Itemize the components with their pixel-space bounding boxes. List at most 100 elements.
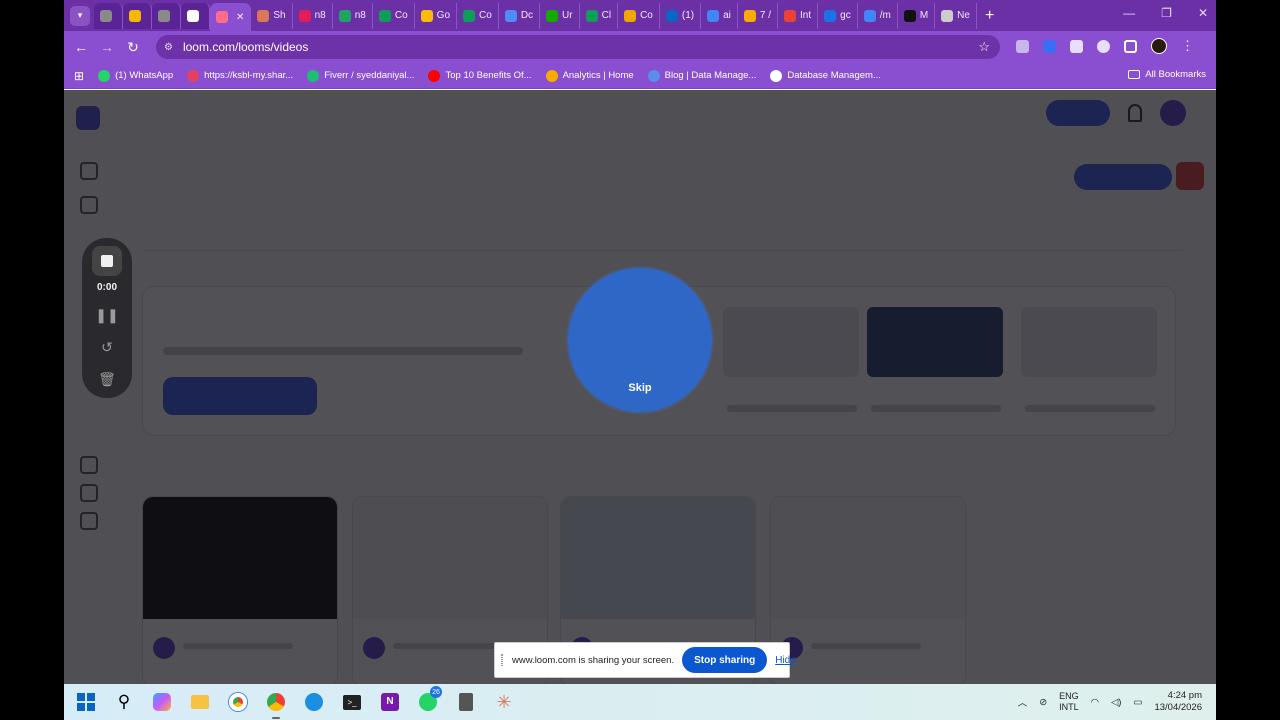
bookmark-item[interactable]: Database Managem... [770,69,881,82]
claude-taskbar-icon[interactable]: ✳ [492,690,516,714]
reload-icon[interactable]: ↻ [120,34,146,60]
tab-label: 7 / [759,10,772,21]
edge-icon[interactable] [302,690,326,714]
network-off-icon[interactable]: ⊘ [1039,697,1047,708]
profile-avatar[interactable] [1151,38,1167,54]
address-bar[interactable]: ⚙ loom.com/looms/videos ☆ [156,35,1000,59]
stop-sharing-button[interactable]: Stop sharing [682,647,768,673]
bookmark-item[interactable]: https://ksbl-my.shar... [187,69,293,82]
clock[interactable]: 4:24 pm 13/04/2026 [1154,690,1202,714]
browser-tab[interactable]: n8 [293,2,333,29]
bookmark-star-icon[interactable]: ☆ [978,39,990,55]
tab-label: Go [436,10,451,21]
menu-kebab-icon[interactable]: ⋮ [1181,38,1194,54]
battery-icon[interactable]: ▭ [1133,697,1142,708]
extension-icon[interactable] [1070,39,1083,53]
back-icon[interactable]: ← [68,34,94,60]
new-tab-icon[interactable]: + [985,7,994,25]
tab-label: Ne [957,10,970,21]
bookmark-item[interactable]: Top 10 Benefits Of... [428,69,532,82]
browser-tab[interactable]: (1) [660,2,702,29]
slack-icon [298,9,311,22]
tab-label: Cl [601,10,612,21]
puzzle-extensions-icon[interactable] [1124,39,1137,53]
file-explorer-icon[interactable] [188,690,212,714]
tab-label: (1) [681,10,695,21]
chrome-active-icon[interactable] [264,690,288,719]
browser-tab[interactable]: 7 / [738,2,779,29]
restart-icon[interactable]: ↺ [101,339,113,357]
tab-label: /m [879,10,891,21]
browser-tab[interactable] [181,2,210,29]
whatsapp-taskbar-icon[interactable]: 26 [416,686,442,714]
browser-tab[interactable]: Sh [251,2,293,29]
browser-tab[interactable]: Ur [540,2,580,29]
globe-icon [158,9,170,22]
close-window-icon[interactable]: ✕ [1198,6,1208,20]
browser-tab[interactable]: n8 [333,2,373,29]
tab-label: Ur [562,10,573,21]
browser-tab[interactable]: M [898,2,936,29]
site-settings-icon[interactable]: ⚙ [164,42,173,53]
linkedin-icon [665,9,678,22]
bookmark-item[interactable]: Fiverr / syeddaniyal... [307,69,415,82]
minimize-icon[interactable]: — [1123,6,1135,20]
sheets-icon [378,9,391,22]
browser-tab[interactable]: Go [415,2,458,29]
hide-sharing-bar-link[interactable]: Hide [775,655,796,666]
browser-tab[interactable] [94,2,123,29]
wifi-icon[interactable]: ◠ [1091,697,1099,708]
sharing-message: www.loom.com is sharing your screen. [512,654,675,666]
chrome-profile-icon[interactable] [226,690,250,714]
browser-tab[interactable] [152,2,181,29]
language-indicator[interactable]: ENG INTL [1059,691,1079,713]
terminal-icon[interactable]: >_ [340,690,364,714]
browser-tab[interactable]: Co [373,2,415,29]
bookmark-item[interactable]: Blog | Data Manage... [647,69,756,82]
youtube-icon [428,69,441,82]
drag-handle[interactable] [501,654,503,666]
tab-search-icon[interactable]: ▾ [70,5,90,26]
browser-tab[interactable]: Ne [935,2,977,29]
browser-tab[interactable]: gc [818,2,858,29]
calculator-icon[interactable] [454,690,478,714]
extension-icon[interactable] [1016,39,1029,53]
tray-overflow-icon[interactable]: ︿ [1018,695,1028,709]
browser-tab[interactable] [123,2,152,29]
forward-icon[interactable]: → [94,34,120,60]
copilot-icon[interactable] [150,690,174,714]
bookmark-item[interactable]: (1) WhatsApp [98,69,173,82]
system-tray: ︿ ⊘ ENG INTL ◠ ◁) ▭ 4:24 pm 13/04/2026 [1018,684,1202,720]
folder-icon [1128,70,1141,79]
skip-countdown-button[interactable]: Skip [568,382,712,394]
browser-tab[interactable]: Int [778,2,819,29]
volume-icon[interactable]: ◁) [1111,697,1121,708]
right-letterbox [1216,0,1280,684]
browser-tab[interactable]: ai [701,2,738,29]
apps-grid-icon[interactable]: ⊞ [74,69,84,83]
onenote-icon[interactable]: N [378,690,402,714]
browser-tab[interactable]: Co [457,2,499,29]
openai-icon [903,9,916,22]
extension-icon[interactable] [1043,39,1056,53]
close-tab-icon[interactable]: ✕ [236,12,244,23]
browser-tab[interactable]: Cl [580,2,619,29]
bookmark-label: Fiverr / syeddaniyal... [324,70,415,81]
url-text: loom.com/looms/videos [182,40,309,54]
blog-icon [647,69,660,82]
tab-loom-active[interactable]: ✕ [210,3,252,31]
stop-recording-button[interactable] [92,246,122,276]
trash-icon[interactable]: 🗑 [98,371,116,389]
all-bookmarks[interactable]: All Bookmarks [1128,69,1206,80]
whatsapp-icon [98,69,111,82]
gemini-icon [504,9,517,22]
restore-icon[interactable]: ❐ [1161,6,1172,20]
browser-tab[interactable]: /m [858,2,898,29]
bookmark-item[interactable]: Analytics | Home [545,69,634,82]
browser-tab[interactable]: Co [618,2,660,29]
start-windows-icon[interactable] [74,690,98,714]
pause-icon[interactable]: ❚❚ [95,307,118,325]
extension-icon[interactable] [1097,39,1110,53]
search-icon[interactable]: ⚲ [112,690,136,714]
browser-tab[interactable]: Dc [499,2,541,29]
